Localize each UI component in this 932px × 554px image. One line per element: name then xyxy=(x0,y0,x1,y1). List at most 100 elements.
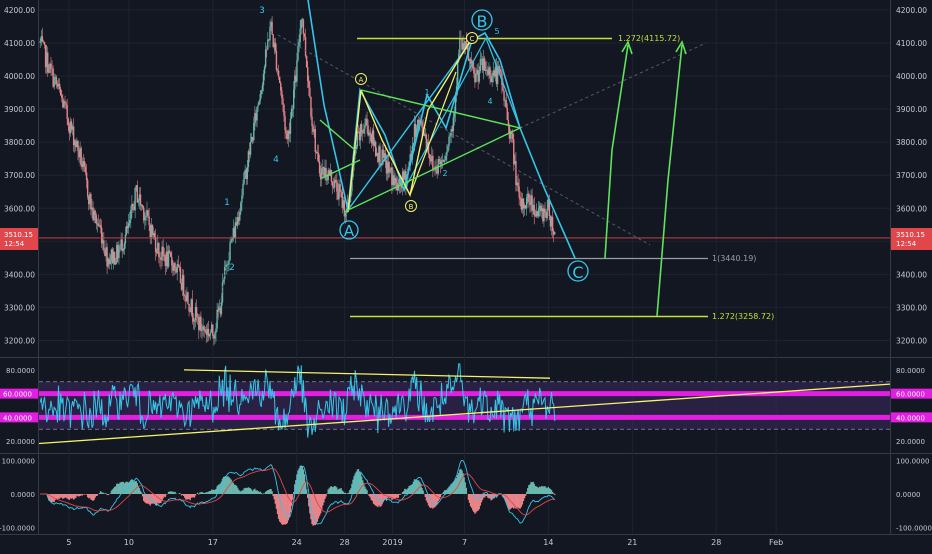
candle-body xyxy=(243,172,245,184)
candle-body xyxy=(291,108,294,110)
candle-body xyxy=(503,90,505,101)
candle-body xyxy=(551,216,554,232)
x-tick-label: 17 xyxy=(208,538,218,547)
y-tick-label: 3600.00 xyxy=(896,204,927,213)
y-tick-label: 3800.00 xyxy=(4,138,35,147)
candle-body xyxy=(67,118,69,126)
candle-body xyxy=(299,28,301,43)
candle-body xyxy=(500,71,502,73)
candle-body xyxy=(246,167,249,179)
candle-body xyxy=(518,186,520,198)
candle-body xyxy=(344,212,347,217)
candle-body xyxy=(432,155,434,170)
candle-body xyxy=(179,267,182,283)
candle-body xyxy=(277,70,280,77)
candle-body xyxy=(326,179,328,181)
fib-level-label: 1.272(3258.72) xyxy=(712,312,774,321)
candle-body xyxy=(478,71,480,82)
candle-body xyxy=(230,240,232,243)
candle-body xyxy=(256,106,258,121)
y-tick-label: 3200.00 xyxy=(896,336,927,345)
candle-body xyxy=(366,118,368,126)
candle-body xyxy=(360,124,363,133)
y-tick-label: 20.0000 xyxy=(6,438,35,446)
candle-body xyxy=(214,332,216,339)
candle-body xyxy=(242,183,244,196)
candle-body xyxy=(309,87,311,97)
candle-body xyxy=(528,193,530,202)
candle-body xyxy=(170,252,172,257)
candle-body xyxy=(208,333,211,337)
candle-body xyxy=(119,245,121,250)
candle-body xyxy=(178,266,181,268)
candle-body xyxy=(452,117,455,132)
candle-body xyxy=(369,132,371,135)
y-tick-label: 3400.00 xyxy=(896,270,927,279)
candle-body xyxy=(505,100,507,108)
candle-body xyxy=(204,329,206,332)
candle-body xyxy=(163,255,165,257)
candle-body xyxy=(283,104,285,117)
candle-body xyxy=(80,148,82,165)
candle-body xyxy=(84,166,87,173)
candle-body xyxy=(167,250,170,267)
price-tag-countdown: 12:54 xyxy=(4,240,25,248)
candle-body xyxy=(130,210,132,221)
candle-body xyxy=(267,39,269,50)
candle-body xyxy=(134,187,136,211)
candle-body xyxy=(281,90,283,99)
candle-body xyxy=(127,223,130,229)
candle-body xyxy=(325,167,327,181)
candle-body xyxy=(511,134,514,140)
candle-body xyxy=(177,264,179,267)
x-tick-label: 28 xyxy=(711,538,721,547)
price-tag-value: 3510.15 xyxy=(896,231,925,239)
wave-label: C xyxy=(572,263,583,282)
candle-body xyxy=(412,142,415,146)
candle-body xyxy=(41,36,44,42)
candle-body xyxy=(445,155,447,161)
candle-body xyxy=(533,205,535,216)
candle-body xyxy=(195,307,198,317)
candle-body xyxy=(86,180,89,197)
candle-body xyxy=(264,49,267,67)
candle-body xyxy=(330,169,333,182)
chart-canvas[interactable]: 3200.003300.003400.003500.003600.003700.… xyxy=(0,0,932,550)
candle-body xyxy=(124,234,127,244)
candle-body xyxy=(223,267,226,280)
y-tick-label: 3200.00 xyxy=(4,336,35,345)
candle-body xyxy=(289,118,292,134)
candle-body xyxy=(489,67,491,78)
candle-body xyxy=(229,242,231,261)
wave-label: 2 xyxy=(442,169,447,178)
candle-body xyxy=(447,145,449,152)
candle-body xyxy=(285,130,287,134)
candle-body xyxy=(141,205,144,208)
candle-body xyxy=(305,55,308,68)
candle-body xyxy=(311,116,313,127)
candle-body xyxy=(293,89,295,109)
candle-body xyxy=(154,236,157,252)
y-tick-label: 3300.00 xyxy=(4,303,35,312)
x-tick-label: 7 xyxy=(462,538,467,547)
price-tag-countdown: 12:54 xyxy=(896,240,917,248)
candle-body xyxy=(297,46,299,61)
candle-body xyxy=(103,240,105,251)
candle-body xyxy=(473,68,475,74)
candle-body xyxy=(448,136,450,146)
candle-body xyxy=(241,195,243,203)
candle-body xyxy=(182,275,185,296)
candle-body xyxy=(144,217,146,221)
candle-body xyxy=(355,146,357,149)
wave-label: 1 xyxy=(224,198,230,208)
candle-body xyxy=(517,182,519,187)
candle-body xyxy=(83,161,86,167)
price-tag-left: 3510.15 12:54 xyxy=(0,228,38,250)
candle-body xyxy=(253,122,255,141)
candle-body xyxy=(77,140,79,152)
candle-body xyxy=(296,60,298,82)
candle-body xyxy=(43,42,46,46)
candle-body xyxy=(300,20,302,29)
y-tick-label: 3800.00 xyxy=(896,138,927,147)
wave-label: B xyxy=(477,12,488,31)
